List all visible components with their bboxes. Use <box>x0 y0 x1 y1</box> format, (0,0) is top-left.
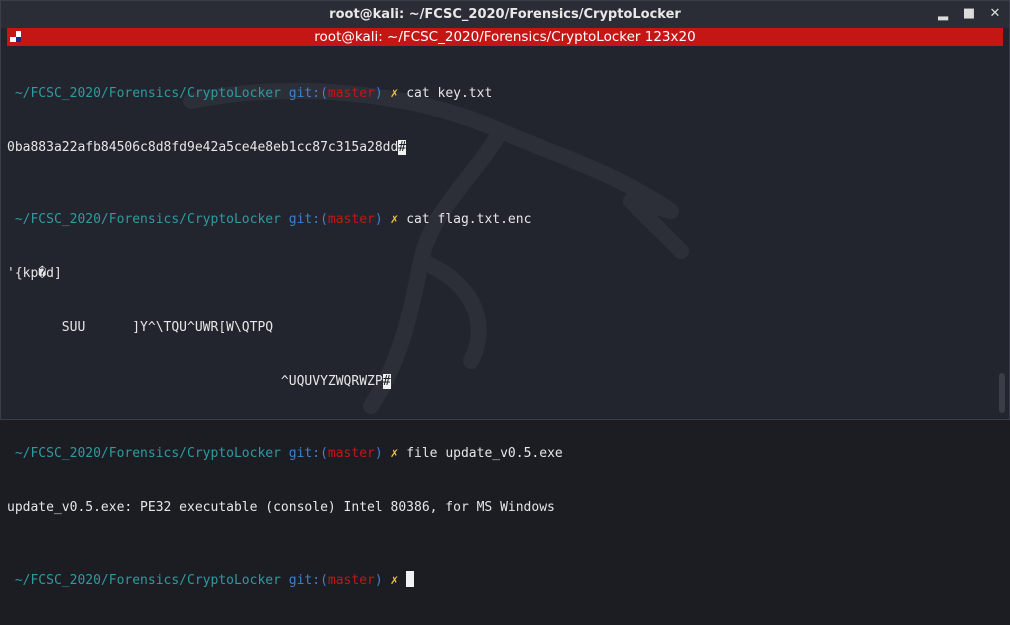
prompt-branch: master <box>327 573 375 588</box>
prompt-path: ~/FCSC_2020/Forensics/CryptoLocker <box>7 212 281 227</box>
prompt-dirty-icon: ✗ <box>382 212 407 227</box>
prompt-git-label: git:( <box>280 446 328 461</box>
active-prompt-line[interactable]: ~/FCSC_2020/Forensics/CryptoLocker git:(… <box>7 571 995 589</box>
output-text: SUU ]Y^\TQU^UWR[W\QTPQ <box>7 320 274 335</box>
output-line: '{kp�d] <box>7 265 995 283</box>
prompt-git-close: ) <box>374 86 383 101</box>
prompt-dirty-icon: ✗ <box>382 573 407 588</box>
prompt-branch: master <box>327 446 375 461</box>
no-newline-marker: # <box>398 140 407 155</box>
terminal-tab[interactable]: root@kali: ~/FCSC_2020/Forensics/CryptoL… <box>7 28 1003 46</box>
close-icon[interactable]: ✕ <box>989 6 1001 21</box>
tab-title: root@kali: ~/FCSC_2020/Forensics/CryptoL… <box>314 29 696 45</box>
prompt-git-close: ) <box>374 573 383 588</box>
prompt-git-close: ) <box>374 446 383 461</box>
output-text: 0ba883a22afb84506c8d8fd9e42a5ce4e8eb1cc8… <box>7 140 399 155</box>
prompt-git-label: git:( <box>280 86 328 101</box>
prompt-git-label: git:( <box>280 212 328 227</box>
command-text: file update_v0.5.exe <box>406 446 563 461</box>
maximize-icon[interactable]: ■ <box>963 6 975 21</box>
text-cursor[interactable] <box>406 571 415 587</box>
terminal-app-icon <box>10 31 21 42</box>
prompt-line: ~/FCSC_2020/Forensics/CryptoLocker git:(… <box>7 85 995 103</box>
no-newline-marker: # <box>382 374 391 389</box>
terminal-output[interactable]: ~/FCSC_2020/Forensics/CryptoLocker git:(… <box>7 49 995 588</box>
prompt-branch: master <box>327 212 375 227</box>
prompt-path: ~/FCSC_2020/Forensics/CryptoLocker <box>7 573 281 588</box>
prompt-dirty-icon: ✗ <box>382 446 407 461</box>
output-line: SUU ]Y^\TQU^UWR[W\QTPQ <box>7 319 995 337</box>
output-line: 0ba883a22afb84506c8d8fd9e42a5ce4e8eb1cc8… <box>7 139 995 157</box>
terminal-window: root@kali: ~/FCSC_2020/Forensics/CryptoL… <box>0 0 1010 588</box>
minimize-icon[interactable]: ▂ <box>937 6 949 21</box>
prompt-dirty-icon: ✗ <box>382 86 407 101</box>
output-text: '{kp�d] <box>7 266 62 281</box>
command-text: cat flag.txt.enc <box>406 212 532 227</box>
title-bar[interactable]: root@kali: ~/FCSC_2020/Forensics/CryptoL… <box>1 1 1009 28</box>
output-line: update_v0.5.exe: PE32 executable (consol… <box>7 499 995 517</box>
window-controls: ▂ ■ ✕ <box>937 6 1001 21</box>
output-text: ^UQUVYZWQRWZP <box>7 374 383 389</box>
prompt-git-label: git:( <box>280 573 328 588</box>
prompt-path: ~/FCSC_2020/Forensics/CryptoLocker <box>7 446 281 461</box>
window-title: root@kali: ~/FCSC_2020/Forensics/CryptoL… <box>329 7 681 22</box>
output-text: update_v0.5.exe: PE32 executable (consol… <box>7 500 555 515</box>
prompt-branch: master <box>327 86 375 101</box>
prompt-line: ~/FCSC_2020/Forensics/CryptoLocker git:(… <box>7 445 995 463</box>
prompt-line: ~/FCSC_2020/Forensics/CryptoLocker git:(… <box>7 211 995 229</box>
prompt-path: ~/FCSC_2020/Forensics/CryptoLocker <box>7 86 281 101</box>
command-text: cat key.txt <box>406 86 493 101</box>
prompt-git-close: ) <box>374 212 383 227</box>
output-line: ^UQUVYZWQRWZP# <box>7 373 995 391</box>
scrollbar-thumb[interactable] <box>999 373 1005 413</box>
